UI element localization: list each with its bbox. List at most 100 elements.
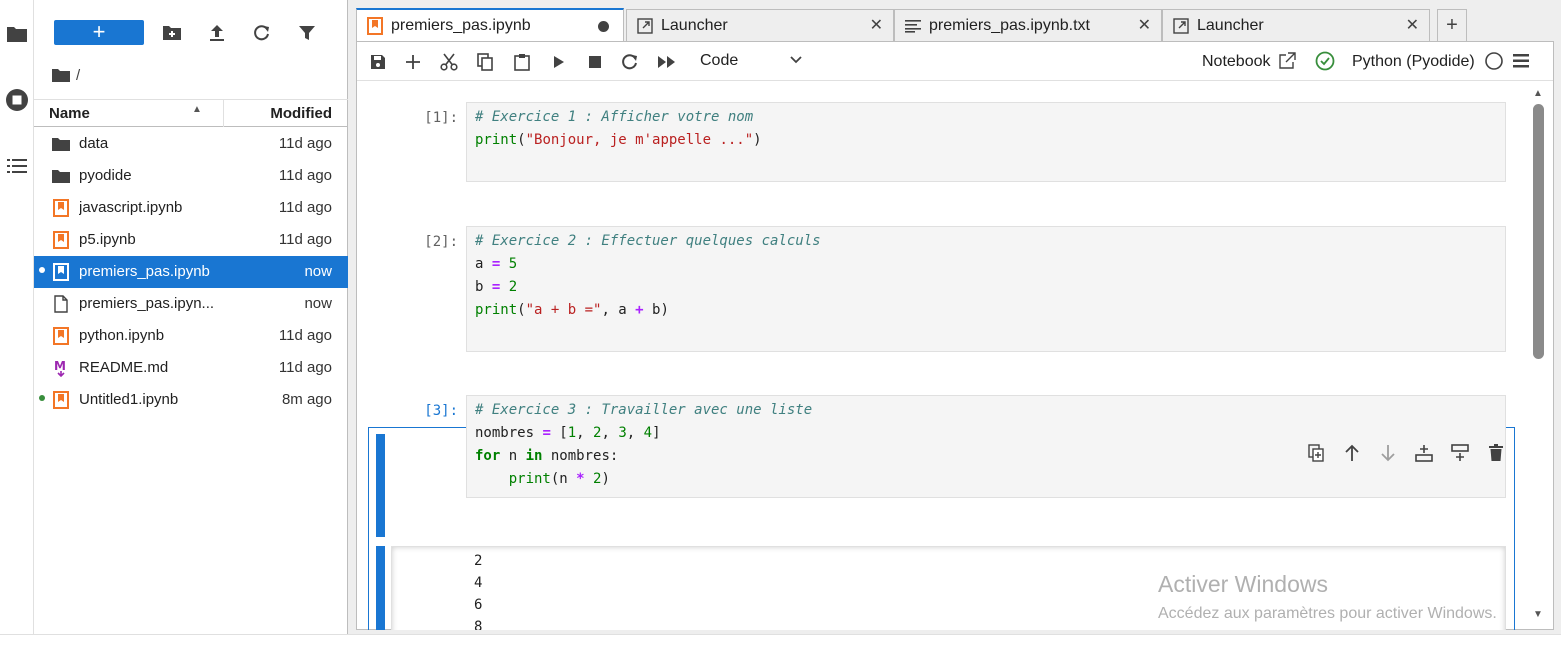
file-list-item[interactable]: premiers_pas.ipynb now [34,256,348,288]
open-in-notebook-button[interactable]: Notebook [1202,53,1271,71]
file-list-item[interactable]: premiers_pas.ipyn... now [34,288,348,320]
file-name: data [79,135,109,152]
insert-above-icon[interactable] [1411,440,1437,466]
breadcrumb: / [52,63,80,87]
file-name: README.md [79,359,169,376]
output-line: 4 [474,575,483,591]
trusted-check-icon [1312,49,1338,73]
scrollbar-thumb[interactable] [1533,104,1544,359]
notebook-icon [52,263,70,281]
table-of-contents-icon[interactable] [0,149,34,183]
file-list-item[interactable]: python.ipynb 11d ago [34,320,348,352]
tab-2[interactable]: premiers_pas.ipynb.txt ✕ [894,9,1162,41]
column-name[interactable]: Name [49,105,90,122]
file-modified: 11d ago [278,167,332,184]
add-cell-icon[interactable] [400,50,426,74]
file-list-item[interactable]: pyodide 11d ago [34,160,348,192]
tab-label: Launcher [1197,16,1264,34]
tab-3[interactable]: Launcher ✕ [1162,9,1430,41]
file-list-item[interactable]: M README.md 11d ago [34,352,348,384]
breadcrumb-root[interactable]: / [76,67,80,84]
tab-1[interactable]: Launcher ✕ [626,9,894,41]
external-link-icon[interactable] [1274,49,1300,73]
file-modified: now [304,295,332,312]
file-list-item[interactable]: javascript.ipynb 11d ago [34,192,348,224]
file-list-item[interactable]: p5.ipynb 11d ago [34,224,348,256]
cell-output: 2 4 6 8 [474,550,482,630]
code-line: # Exercice 1 : Afficher votre nom [475,109,754,125]
kernel-name[interactable]: Python (Pyodide) [1352,53,1475,71]
upload-icon[interactable] [203,20,231,46]
main-area: Launcher ✕ premiers_pas.ipynb.txt ✕ Launcher… [348,0,1561,634]
tab-label: Launcher [661,16,728,34]
fast-forward-icon[interactable] [654,50,680,74]
notebook-scrollbar[interactable]: ▲ ▼ [1526,84,1552,624]
input-collapser[interactable] [376,434,385,537]
file-name: javascript.ipynb [79,199,183,216]
code-line: b = 2 [475,279,518,295]
code-line: # Exercice 2 : Effectuer quelques calcul… [475,233,821,249]
stop-icon[interactable] [582,50,608,74]
output-collapser[interactable] [376,546,385,630]
run-icon[interactable] [546,50,572,74]
cell-type-select[interactable]: Code [700,52,738,70]
scroll-up-icon[interactable]: ▲ [1533,88,1543,99]
tab-label: premiers_pas.ipynb [391,16,531,34]
file-name: pyodide [79,167,132,184]
activity-bar [0,0,34,634]
notebook-icon [367,16,383,35]
paste-icon[interactable] [509,50,535,74]
folder-icon [52,135,70,153]
tab-0[interactable]: premiers_pas.ipynb [356,8,624,41]
copy-icon[interactable] [472,50,498,74]
text-file-icon [905,19,921,33]
cell-prompt: [1]: [424,110,458,126]
refresh-icon[interactable] [248,20,276,46]
file-list-item[interactable]: data 11d ago [34,128,348,160]
insert-below-icon[interactable] [1447,440,1473,466]
file-name: premiers_pas.ipyn... [79,295,215,312]
close-icon[interactable]: ✕ [870,15,883,35]
tab-bar: Launcher ✕ premiers_pas.ipynb.txt ✕ Launcher… [356,8,1561,41]
close-icon[interactable]: ✕ [1138,15,1151,35]
folder-icon[interactable] [0,17,34,51]
tab-label: premiers_pas.ipynb.txt [929,16,1090,34]
move-up-icon[interactable] [1339,440,1365,466]
output-line: 6 [474,597,483,613]
close-icon[interactable]: ✕ [1406,15,1419,35]
duplicate-cell-icon[interactable] [1303,440,1329,466]
delete-cell-icon[interactable] [1483,440,1509,466]
output-line: 2 [474,553,483,569]
cell-input-editor[interactable]: # Exercice 2 : Effectuer quelques calcul… [466,226,1506,352]
menu-icon[interactable] [1508,49,1534,73]
notebook-toolbar: Code Notebook Python (Pyodide) [357,42,1553,81]
code-line: print(n * 2) [508,471,610,487]
status-bar [0,634,1561,647]
move-down-icon[interactable] [1375,440,1401,466]
folder-icon[interactable] [52,68,70,82]
file-name: p5.ipynb [79,231,136,248]
cut-icon[interactable] [436,50,462,74]
cell-input-editor[interactable]: # Exercice 1 : Afficher votre nom print("… [466,102,1506,182]
column-modified[interactable]: Modified [270,105,332,122]
notebook-panel: Code Notebook Python (Pyodide) [1]: # Ex… [356,41,1554,630]
chevron-down-icon[interactable] [789,50,803,74]
file-list-item[interactable]: Untitled1.ipynb 8m ago [34,384,348,416]
svg-text:M: M [54,359,66,373]
new-folder-icon[interactable] [158,20,186,46]
cell-prompt: [2]: [424,234,458,250]
running-icon[interactable] [0,83,34,117]
kernel-status-icon [1481,49,1507,73]
add-tab-button[interactable]: + [1437,9,1467,41]
file-list-header: Name ▲ Modified [34,99,348,127]
launcher-icon [1173,17,1189,34]
notebook-icon [52,327,70,345]
save-icon[interactable] [365,50,391,74]
filter-icon[interactable] [293,20,321,46]
scroll-down-icon[interactable]: ▼ [1533,609,1543,620]
new-launcher-button[interactable]: + [54,20,144,45]
column-divider[interactable] [223,100,224,127]
output-line: 8 [474,619,483,630]
restart-icon[interactable] [617,50,643,74]
unsaved-dot-icon[interactable] [598,21,609,32]
